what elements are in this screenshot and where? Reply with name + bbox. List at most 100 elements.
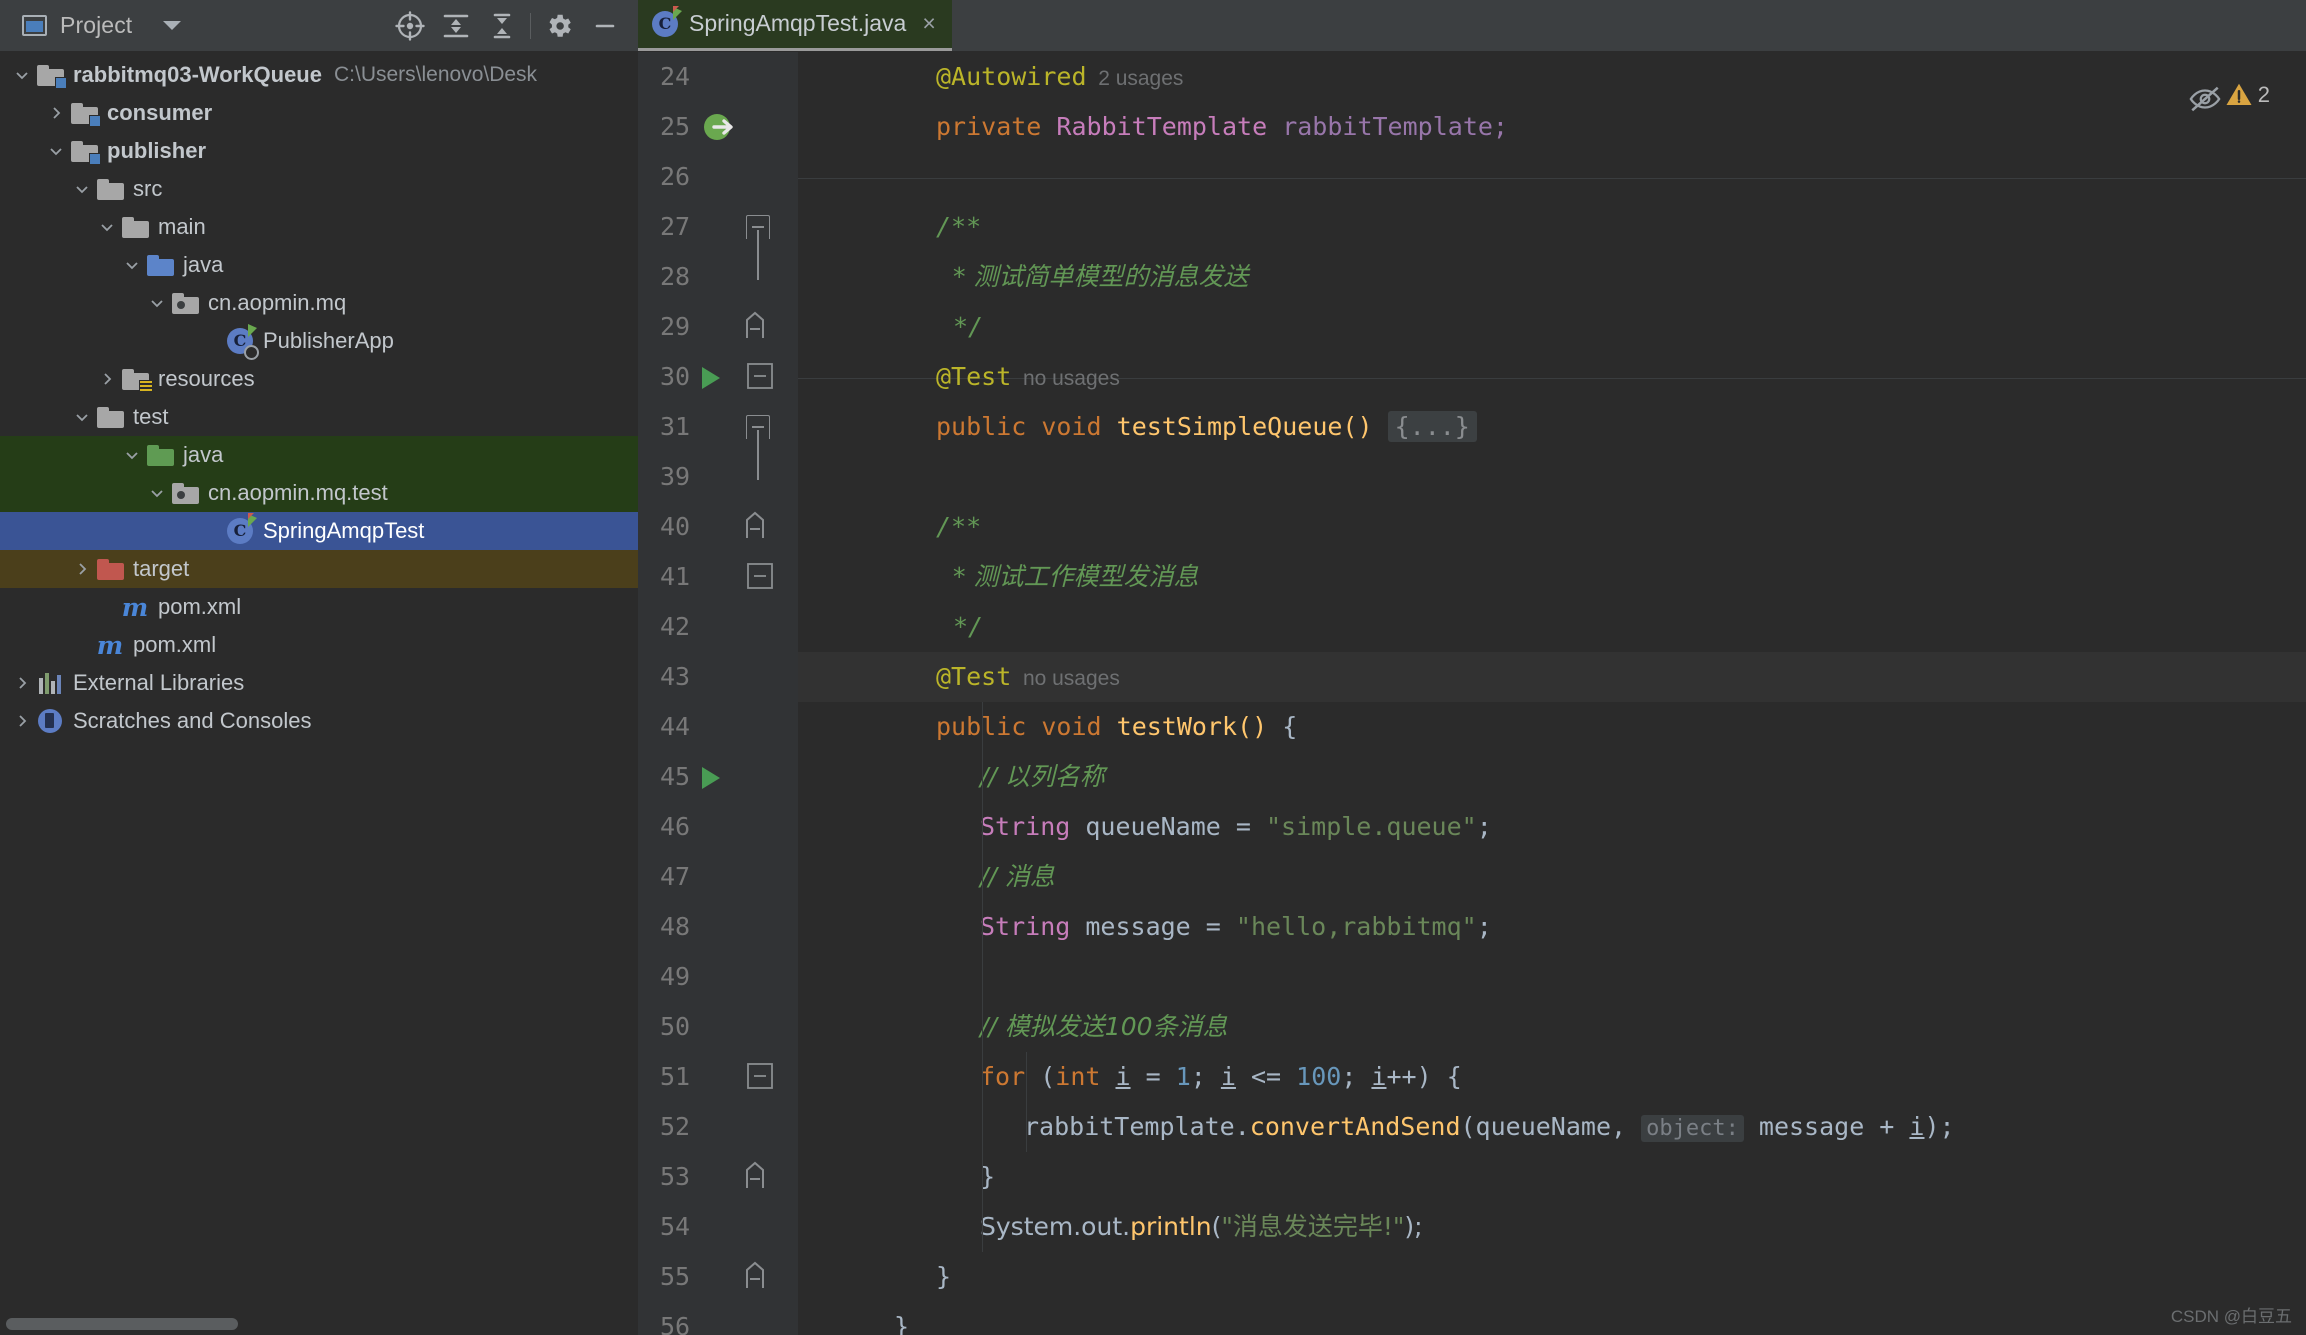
minimize-icon[interactable] [582, 6, 628, 46]
tree-row-main-java[interactable]: java [0, 246, 638, 284]
tree-row-scratches-and-consoles[interactable]: Scratches and Consoles [0, 702, 638, 740]
folder-gray-icon [94, 406, 126, 428]
close-icon[interactable]: × [922, 10, 935, 37]
fold-region-toggle[interactable] [638, 352, 798, 402]
project-window-icon [22, 15, 47, 36]
code-line-41: * 测试工作模型发消息 [953, 562, 1199, 591]
tree-row-spring-amqp-test[interactable]: C SpringAmqpTest [0, 512, 638, 550]
tree-row-test[interactable]: test [0, 398, 638, 436]
project-tool-window-button[interactable]: Project [22, 12, 182, 39]
line-number: 44 [660, 712, 691, 741]
tree-row-label: resources [158, 366, 255, 391]
chevron-down-icon[interactable] [163, 21, 182, 30]
chevron-right-icon[interactable] [10, 675, 34, 691]
line-number: 54 [660, 1212, 691, 1241]
chevron-down-icon[interactable] [10, 67, 34, 83]
code-editor[interactable]: 24 25 26 27 28 29 30 31 39 40 41 42 43 4… [638, 52, 2306, 1335]
code-line-24: @Autowired 2 usages [936, 62, 1184, 91]
spring-class-icon: C [652, 5, 682, 37]
tree-row-package-cn-aopmin-mq-test[interactable]: cn.aopmin.mq.test [0, 474, 638, 512]
line-number: 48 [660, 912, 691, 941]
module-folder-icon [68, 102, 101, 127]
editor-gutter[interactable]: 24 25 26 27 28 29 30 31 39 40 41 42 43 4… [638, 52, 798, 1335]
module-folder-icon [34, 64, 67, 89]
fold-region-end[interactable] [638, 1152, 798, 1202]
tree-row-rabbitmq03-workqueue[interactable]: rabbitmq03-WorkQueue C:\Users\lenovo\Des… [0, 56, 638, 94]
maven-icon: m [96, 630, 124, 660]
tree-row-publisher-app[interactable]: C PublisherApp [0, 322, 638, 360]
code-content[interactable]: @Autowired 2 usages private RabbitTempla… [798, 52, 2306, 1335]
tree-row-label: main [158, 214, 206, 239]
watermark: CSDN @白豆五 [2170, 1307, 2292, 1326]
editor-tab-spring-amqp-test[interactable]: C SpringAmqpTest.java × [638, 0, 952, 51]
fold-region-toggle[interactable] [638, 552, 798, 602]
tree-row-publisher[interactable]: publisher [0, 132, 638, 170]
scratches-icon [34, 709, 66, 733]
warning-count: 2 [2257, 82, 2270, 107]
code-line-45: // 以列名称 [980, 762, 1105, 791]
chevron-down-icon[interactable] [145, 485, 169, 501]
chevron-down-icon[interactable] [120, 257, 144, 273]
fold-region-end[interactable] [638, 1252, 798, 1302]
chevron-right-icon[interactable] [95, 371, 119, 387]
tree-row-target[interactable]: target [0, 550, 638, 588]
locate-icon[interactable] [387, 6, 433, 46]
run-test-gutter-icon[interactable] [638, 752, 798, 802]
excluded-folder-icon [94, 558, 126, 580]
tree-row-src[interactable]: src [0, 170, 638, 208]
chevron-down-icon[interactable] [70, 181, 94, 197]
project-tree-horizontal-scrollbar[interactable] [6, 1318, 238, 1330]
tree-row-label: pom.xml [133, 632, 217, 657]
code-line-28: * 测试简单模型的消息发送 [953, 262, 1249, 291]
tree-row-label: pom.xml [158, 594, 242, 619]
libraries-icon [34, 672, 66, 694]
tree-row-label: consumer [107, 100, 213, 125]
code-line-52: rabbitTemplate.convertAndSend(queueName,… [1024, 1112, 1955, 1142]
tree-row-test-java[interactable]: java [0, 436, 638, 474]
collapse-all-icon[interactable] [479, 6, 525, 46]
top-bar: Project C SpringAmqpTest.java × [0, 0, 2306, 52]
inspection-warning-widget[interactable]: 2 [2224, 80, 2270, 110]
code-line-29: */ [953, 312, 984, 341]
fold-region-end[interactable] [638, 502, 798, 552]
chevron-right-icon[interactable] [70, 561, 94, 577]
settings-gear-icon[interactable] [536, 6, 582, 46]
chevron-down-icon[interactable] [120, 447, 144, 463]
line-number: 24 [660, 62, 691, 91]
chevron-down-icon[interactable] [44, 143, 68, 159]
tree-row-consumer[interactable]: consumer [0, 94, 638, 132]
line-number: 46 [660, 812, 691, 841]
tree-row-package-cn-aopmin-mq[interactable]: cn.aopmin.mq [0, 284, 638, 322]
chevron-down-icon[interactable] [145, 295, 169, 311]
reader-mode-eye-icon[interactable] [2188, 82, 2222, 121]
tree-row-main[interactable]: main [0, 208, 638, 246]
code-line-27: /** [936, 212, 982, 241]
tree-row-label: target [133, 556, 190, 581]
fold-region-toggle[interactable] [638, 1052, 798, 1102]
tree-row-resources[interactable]: resources [0, 360, 638, 398]
fold-region-end[interactable] [638, 302, 798, 352]
tree-row-label: SpringAmqpTest [263, 518, 425, 543]
fold-region-toggle[interactable] [638, 202, 798, 252]
editor-tab-strip: C SpringAmqpTest.java × [638, 0, 2306, 52]
chevron-down-icon[interactable] [70, 409, 94, 425]
code-line-47: // 消息 [980, 862, 1055, 891]
tree-row-pom-publisher[interactable]: m pom.xml [0, 588, 638, 626]
folded-code-placeholder[interactable]: {...} [1387, 411, 1477, 442]
code-line-56: } [894, 1312, 910, 1335]
chevron-down-icon[interactable] [95, 219, 119, 235]
ide-window: Project C SpringAmqpTest.java × rabbitmq… [0, 0, 2306, 1335]
chevron-right-icon[interactable] [10, 713, 34, 729]
fold-region-toggle[interactable] [638, 402, 798, 452]
project-toolbar [387, 0, 628, 51]
tree-row-label: java [183, 442, 224, 467]
editor-tab-label: SpringAmqpTest.java [689, 10, 907, 36]
project-tree-pane: rabbitmq03-WorkQueue C:\Users\lenovo\Des… [0, 52, 638, 1335]
expand-all-icon[interactable] [433, 6, 479, 46]
tree-row-external-libraries[interactable]: External Libraries [0, 664, 638, 702]
tree-row-label: cn.aopmin.mq [208, 290, 347, 315]
tree-row-pom-root[interactable]: m pom.xml [0, 626, 638, 664]
spring-bean-gutter-icon[interactable] [638, 102, 798, 152]
chevron-right-icon[interactable] [44, 105, 68, 121]
project-tree: rabbitmq03-WorkQueue C:\Users\lenovo\Des… [0, 52, 638, 740]
